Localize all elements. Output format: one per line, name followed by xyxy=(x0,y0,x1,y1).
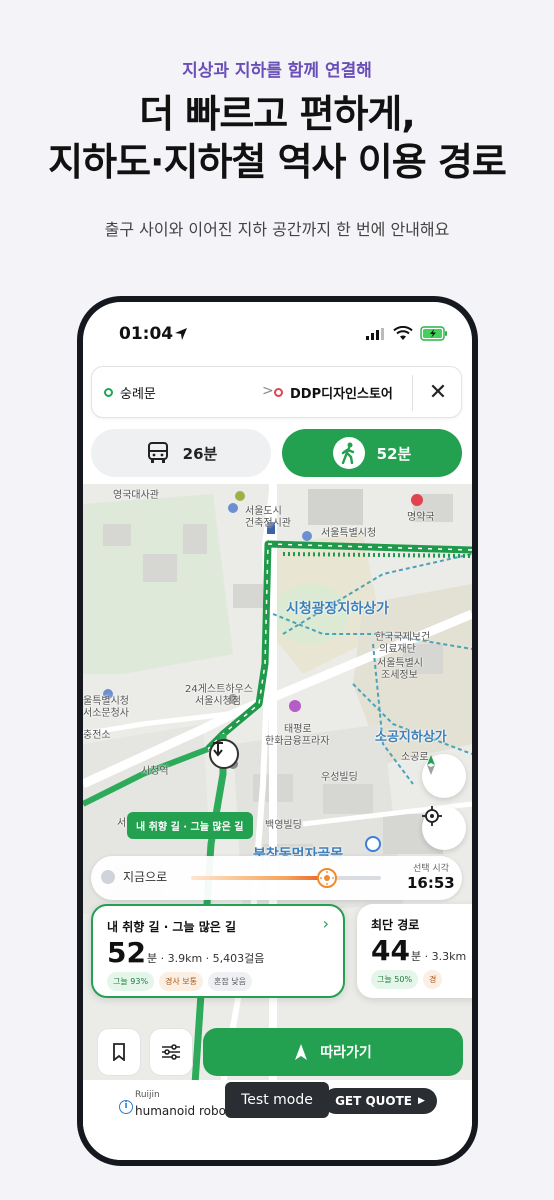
slope-chip: 경사 보통 xyxy=(159,972,204,991)
walk-time: 52분 xyxy=(376,444,412,463)
destination-label: DDP디자인스토어 xyxy=(290,387,393,402)
origin-label: 숭례문 xyxy=(120,387,156,402)
crowd-chip: 혼잡 낮음 xyxy=(208,972,253,991)
route-bar: 숭례문 > DDP디자인스토어 ✕ xyxy=(91,366,462,418)
map-label: 조세정보 xyxy=(381,670,418,681)
promo-title-line1: 더 빠르고 편하게, xyxy=(139,92,416,136)
battery-icon xyxy=(420,326,447,341)
compass-icon xyxy=(427,755,435,775)
map-label: 영국대사관 xyxy=(113,490,159,501)
map-label: 명약국 xyxy=(407,512,435,523)
walking-icon xyxy=(332,437,365,469)
map-label: 의료재단 xyxy=(379,644,416,655)
info-icon[interactable]: i xyxy=(119,1100,133,1114)
map-label: 우성빌딩 xyxy=(321,772,358,783)
bottom-actions: 따라가기 xyxy=(83,1020,472,1080)
map-label: 시청역 xyxy=(141,766,169,777)
card-meta: 분 · 3.9km · 5,403걸음 xyxy=(147,952,265,965)
route-card-shortest[interactable]: 최단 경로 44 분 · 3.3km 그늘 50% 경 xyxy=(357,904,472,998)
app-screen: 01:04 숭례문 > DDP디자인스토어 ✕ 26분 52분 영국대사관 서울… xyxy=(83,302,472,1160)
ad-product: humanoid robot xyxy=(135,1104,231,1118)
bookmark-icon xyxy=(113,1043,125,1061)
bus-icon xyxy=(145,440,171,466)
ad-banner[interactable]: i Ruijin humanoid robot GET QUOTE ▶ Test… xyxy=(83,1080,472,1160)
card-chips: 그늘 50% 경 xyxy=(371,970,447,989)
location-arrow-icon xyxy=(175,328,187,340)
route-tag[interactable]: 내 취향 길 · 그늘 많은 길 xyxy=(127,812,253,839)
underground-entrance-icon[interactable] xyxy=(209,739,239,769)
tab-transit[interactable]: 26분 xyxy=(91,429,271,477)
wifi-icon xyxy=(393,326,413,340)
destination-dot-icon xyxy=(274,388,283,397)
card-title: 최단 경로 xyxy=(371,918,420,932)
mode-tabs: 26분 52분 xyxy=(91,429,462,477)
map-label: 시청광장지하상가 xyxy=(286,601,390,617)
ad-brand: Ruijin xyxy=(135,1090,160,1100)
slope-chip: 경 xyxy=(423,970,443,989)
map-label: 서울특별시청 xyxy=(321,528,377,539)
card-minutes: 52 xyxy=(107,936,146,969)
destination-field[interactable]: DDP디자인스토어 xyxy=(274,383,393,402)
promo-description: 출구 사이와 이어진 지하 공간까지 한 번에 안내해요 xyxy=(104,220,450,239)
close-button[interactable]: ✕ xyxy=(424,379,452,407)
sun-icon[interactable] xyxy=(317,868,337,888)
map-label: 한화금융프라자 xyxy=(265,736,330,747)
selected-time-label: 선택 시각 xyxy=(413,864,449,874)
map-label: 서 xyxy=(117,818,127,829)
now-button[interactable]: 지금으로 xyxy=(101,868,167,885)
map-label: 서울시청점 xyxy=(195,696,241,707)
selected-time-value: 16:53 xyxy=(407,874,455,892)
phone-frame: 01:04 숭례문 > DDP디자인스토어 ✕ 26분 52분 영국대사관 서울… xyxy=(77,296,478,1166)
now-label: 지금으로 xyxy=(123,870,168,884)
card-chips: 그늘 93% 경사 보통 혼잡 낮음 xyxy=(107,972,257,991)
chevron-right-icon: > xyxy=(262,383,274,399)
card-minutes: 44 xyxy=(371,934,410,967)
map-label: 서소문청사 xyxy=(83,708,129,719)
map-label: 백영빌딩 xyxy=(265,820,302,831)
card-meta: 분 · 3.3km xyxy=(411,950,467,963)
sliders-icon xyxy=(162,1044,180,1060)
filter-button[interactable] xyxy=(149,1028,193,1076)
shade-chip: 그늘 50% xyxy=(371,970,419,989)
time-slider[interactable]: 지금으로 선택 시각 16:53 xyxy=(91,856,462,900)
bookmark-button[interactable] xyxy=(97,1028,141,1076)
locate-button[interactable] xyxy=(422,806,466,850)
map-label: 소공지하상가 xyxy=(375,730,447,745)
tab-walk[interactable]: 52분 xyxy=(282,429,462,477)
divider xyxy=(412,375,413,411)
origin-field[interactable]: 숭례문 xyxy=(104,383,156,402)
now-indicator-icon xyxy=(101,869,115,884)
test-mode-badge: Test mode xyxy=(225,1082,329,1118)
status-bar: 01:04 xyxy=(83,324,472,346)
follow-button[interactable]: 따라가기 xyxy=(203,1028,463,1076)
signal-icon xyxy=(366,328,384,340)
map-label: 충전소 xyxy=(83,730,111,741)
play-icon: ▶ xyxy=(418,1096,425,1106)
crosshair-icon xyxy=(422,806,442,826)
route-card-preferred[interactable]: 내 취향 길 · 그늘 많은 길 › 52 분 · 3.9km · 5,403걸… xyxy=(91,904,345,998)
map-view[interactable]: 영국대사관 서울도시 건축전시관 명약국 서울특별시청 시청광장지하상가 한국국… xyxy=(83,484,472,1084)
navigate-arrow-icon xyxy=(295,1044,308,1060)
get-quote-button[interactable]: GET QUOTE ▶ xyxy=(323,1088,437,1114)
promo-subtitle: 지상과 지하를 함께 연결해 xyxy=(182,61,372,81)
slider-track[interactable] xyxy=(191,876,381,880)
promo-title: 더 빠르고 편하게, 지하도·지하철 역사 이용 경로 xyxy=(0,90,554,186)
origin-dot-icon xyxy=(104,388,113,397)
transit-time: 26분 xyxy=(182,444,218,463)
status-time: 01:04 xyxy=(119,324,174,344)
follow-label: 따라가기 xyxy=(320,1045,372,1061)
chevron-right-icon: › xyxy=(322,914,329,933)
shade-chip: 그늘 93% xyxy=(107,972,155,991)
promo-title-line2: 지하도·지하철 역사 이용 경로 xyxy=(48,140,507,184)
map-label: 건축전시관 xyxy=(245,518,291,529)
card-title: 내 취향 길 · 그늘 많은 길 xyxy=(107,920,236,934)
get-quote-label: GET QUOTE xyxy=(335,1094,413,1108)
compass-button[interactable] xyxy=(422,754,466,798)
